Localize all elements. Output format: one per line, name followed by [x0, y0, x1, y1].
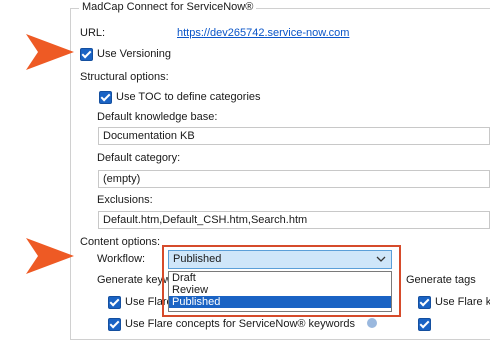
generate-keywords-label: Generate keyw — [97, 274, 171, 286]
use-versioning-checkbox[interactable] — [80, 48, 93, 61]
use-versioning-label: Use Versioning — [97, 48, 171, 60]
use-flare-right-2-checkbox[interactable] — [418, 318, 431, 331]
default-category-field[interactable]: (empty) — [98, 170, 490, 188]
use-toc-checkbox[interactable] — [99, 91, 112, 104]
groupbox-title: MadCap Connect for ServiceNow® — [79, 1, 257, 13]
workflow-label: Workflow: — [97, 253, 146, 265]
use-flare-left-checkbox[interactable] — [108, 296, 121, 309]
info-icon[interactable] — [367, 318, 377, 328]
workflow-dropdown[interactable]: Published — [168, 250, 392, 269]
exclusions-field[interactable]: Default.htm,Default_CSH.htm,Search.htm — [98, 211, 490, 229]
chevron-down-icon — [376, 256, 386, 262]
default-category-label: Default category: — [97, 152, 181, 164]
generate-tags-label: Generate tags — [406, 274, 476, 286]
url-link[interactable]: https://dev265742.service-now.com — [177, 27, 349, 39]
use-flare-right-label: Use Flare keyw — [435, 296, 490, 308]
structural-options-title: Structural options: — [80, 71, 169, 83]
use-concepts-checkbox[interactable] — [108, 318, 121, 331]
content-options-title: Content options: — [80, 236, 161, 248]
workflow-dropdown-value: Published — [173, 253, 222, 265]
url-label: URL: — [80, 27, 106, 39]
workflow-option-published[interactable]: Published — [169, 296, 391, 308]
use-concepts-label: Use Flare concepts for ServiceNow® keywo… — [125, 318, 356, 330]
workflow-option-draft[interactable]: Draft — [169, 272, 391, 284]
workflow-option-review[interactable]: Review — [169, 284, 391, 296]
callout-arrow-icon — [26, 238, 74, 274]
default-kb-field[interactable]: Documentation KB — [98, 127, 490, 145]
use-toc-label: Use TOC to define categories — [116, 91, 261, 103]
workflow-options-list: Draft Review Published — [168, 271, 392, 312]
callout-arrow-icon — [26, 34, 74, 70]
exclusions-label: Exclusions: — [97, 194, 153, 206]
default-kb-label: Default knowledge base: — [97, 111, 218, 123]
use-flare-right-checkbox[interactable] — [418, 296, 431, 309]
